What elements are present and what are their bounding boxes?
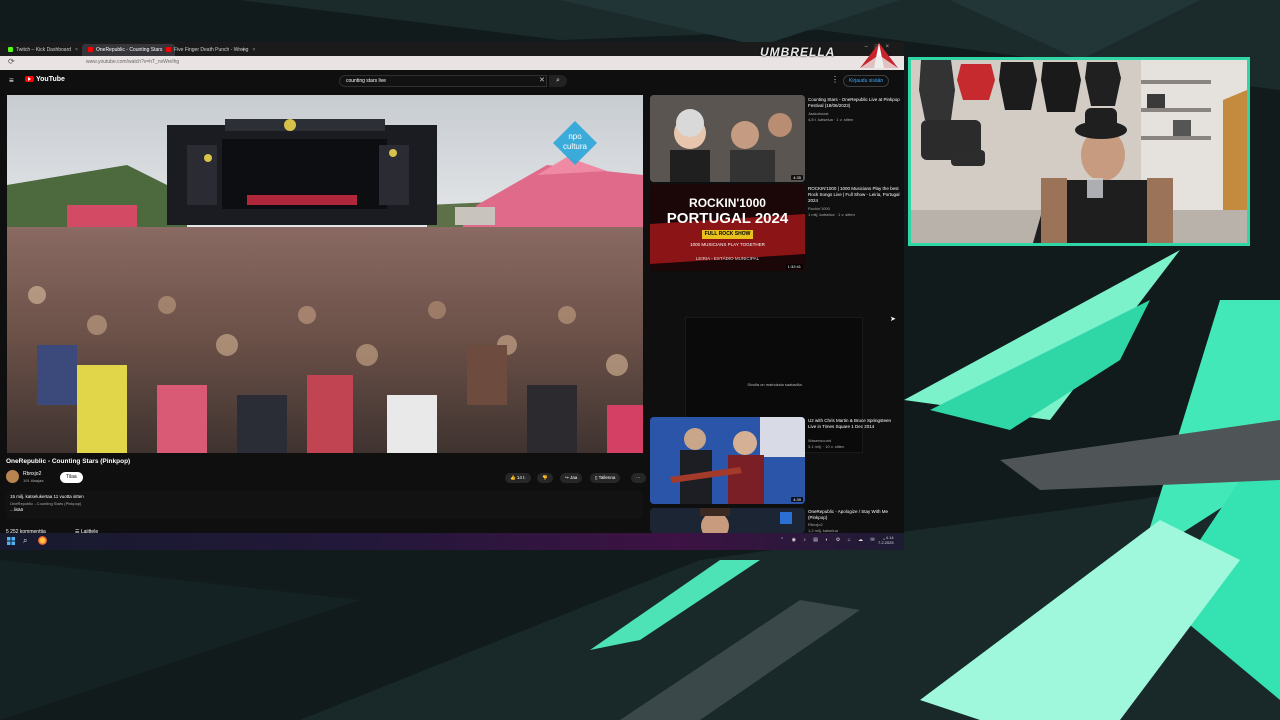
thumbnail-subheadline: PORTUGAL 2024 — [666, 210, 789, 227]
svg-text:cultura: cultura — [563, 142, 588, 151]
sign-in-button[interactable]: Kirjaudu sisään — [843, 75, 890, 87]
tab-label: Twitch – Kick Dashboard — [16, 47, 72, 53]
tab-label: Five Finger Death Punch - Wrong — [174, 47, 249, 53]
thumbnail-image — [650, 417, 805, 504]
play-logo-icon — [25, 76, 34, 83]
thumbnail-badge: FULL ROCK SHOW — [702, 230, 753, 239]
recommendation-meta: 3,1 milj. · 10 v. sitten — [808, 444, 845, 449]
youtube-logo[interactable]: YouTube — [25, 76, 65, 83]
thumbnail-image — [650, 508, 805, 533]
video-duration: 4:35 — [791, 175, 803, 180]
dislike-button[interactable]: 👎 — [537, 473, 553, 483]
recommendation-meta: 1 milj. katselua · 1 v. sitten — [808, 212, 855, 217]
npo-cultura-watermark-icon: npo cultura — [553, 121, 597, 165]
show-more-link[interactable]: ...lisää — [10, 507, 23, 512]
description-text: OneRepublic - Counting Stars (Pinkpop) — [10, 501, 82, 506]
recommendation-thumbnail[interactable]: ROCKIN'1000 PORTUGAL 2024 FULL ROCK SHOW… — [650, 184, 805, 271]
video-duration: 1:32:41 — [785, 264, 803, 269]
ad-text: Sivulla on mainoksia saatavilla. — [747, 382, 803, 387]
reload-icon[interactable]: ⟳ — [8, 57, 15, 66]
share-label: Jaa — [570, 475, 578, 480]
search-icon[interactable]: ⌕ — [23, 536, 27, 546]
subscribe-button[interactable]: Tilaa — [60, 472, 83, 483]
mouse-cursor-icon: ➤ — [890, 316, 896, 323]
thumbnail-headline: ROCKIN'1000 — [689, 196, 766, 210]
hamburger-menu-icon[interactable]: ≡ — [9, 76, 14, 85]
youtube-icon — [166, 47, 171, 53]
recommendation-thumbnail[interactable]: 4:39 — [650, 417, 805, 504]
new-tab-button[interactable]: + — [241, 44, 246, 56]
browser-tab[interactable]: Twitch – Kick Dashboard × — [2, 44, 84, 56]
recommendation-thumbnail[interactable] — [650, 508, 805, 533]
thumbs-down-icon: 👎 — [542, 475, 548, 480]
close-icon[interactable]: × — [252, 47, 255, 53]
youtube-header: ≡ YouTube counting stars live ✕ ⌕ ⋮ Kirj… — [0, 72, 904, 90]
webcam-feed — [911, 60, 1247, 243]
more-horizontal-icon: ⋯ — [636, 475, 641, 480]
search-input[interactable]: counting stars live — [339, 75, 547, 87]
save-label: Tallenna — [598, 475, 616, 480]
close-icon[interactable]: × — [75, 47, 78, 53]
recommendation-channel: Rbnxjo2 — [808, 522, 823, 527]
recommendation-title[interactable]: ROCKIN'1000 | 1000 Musicians Play the be… — [808, 186, 900, 204]
description-box[interactable] — [6, 491, 643, 519]
save-button[interactable]: ▯ Tallenna — [590, 473, 621, 483]
search-icon: ⌕ — [556, 77, 560, 84]
recommendation-meta: 4,8 t. katselua · 1 v. sitten — [808, 117, 854, 122]
more-options-icon[interactable]: ⋮ — [831, 75, 839, 84]
kick-icon — [8, 47, 13, 53]
windows-start-icon[interactable] — [7, 537, 15, 545]
video-title: OneRepublic - Counting Stars (Pinkpop) — [6, 458, 131, 465]
like-button[interactable]: 👍 14 t. — [505, 473, 531, 483]
clear-search-icon[interactable]: ✕ — [539, 76, 545, 84]
recommendation-channel: Jaakoboost — [808, 111, 829, 116]
video-duration: 4:39 — [791, 497, 803, 502]
thumbnail-note: 1000 MUSICIANS PLAY TOGETHER — [690, 242, 765, 247]
youtube-icon — [88, 47, 93, 53]
clock-date: 7.2.2025 — [878, 540, 894, 545]
view-count-date: 15 milj. katselukertaa 11 vuotta sitten — [10, 494, 84, 499]
like-count: 14 t. — [516, 475, 526, 480]
thumbnail-image — [650, 95, 805, 182]
recommendation-title[interactable]: OneRepublic - Apologize / Stay With Me (… — [808, 509, 900, 521]
windows-taskbar: ⌕ ⌃ ◉ ♪ ▤ ◐ ⚙ ⌂ ☁ ✉ ◔ 4.14 7.2.2025 — [0, 533, 904, 550]
url-field[interactable]: www.youtube.com/watch?v=hT_nvWreIhg — [86, 59, 179, 65]
video-player[interactable]: npo cultura — [7, 95, 643, 453]
umbrella-logo-icon — [860, 43, 898, 68]
browser-tab[interactable]: Five Finger Death Punch - Wrong × — [160, 44, 261, 56]
recommendation-thumbnail[interactable]: 4:35 — [650, 95, 805, 182]
recommendation-channel: Rockin'1000 — [808, 206, 830, 211]
share-button[interactable]: ↪ Jaa — [560, 473, 583, 483]
tab-label: OneRepublic - Counting Stars — [96, 47, 163, 53]
taskbar-clock[interactable]: 4.14 7.2.2025 — [878, 535, 894, 545]
search-button[interactable]: ⌕ — [549, 75, 567, 87]
thumbs-up-icon: 👍 — [510, 475, 517, 480]
system-tray-icons[interactable]: ⌃ ◉ ♪ ▤ ◐ ⚙ ⌂ ☁ ✉ ◔ — [780, 537, 888, 543]
subscriber-count: 191 tilaajaa — [23, 478, 44, 483]
svg-text:npo: npo — [568, 132, 582, 141]
channel-name[interactable]: Rbnxjo2 — [23, 471, 41, 477]
webcam-frame — [908, 57, 1250, 246]
recommendation-title[interactable]: U2 with Chris Martin & Bruce Springsteen… — [808, 418, 900, 430]
browser-app-icon[interactable] — [38, 536, 47, 545]
thumbnail-place: LEIRIA - ESTÁDIO MUNICIPAL — [695, 256, 760, 261]
logo-text: YouTube — [36, 76, 65, 83]
avatar[interactable] — [6, 470, 19, 483]
more-actions-button[interactable]: ⋯ — [631, 473, 646, 483]
screen-capture: Twitch – Kick Dashboard × OneRepublic - C… — [0, 42, 904, 550]
recommendation-title[interactable]: Counting Stars - OneRepublic Live at Pin… — [808, 97, 900, 109]
recommendation-channel: Wasensound — [808, 438, 832, 443]
